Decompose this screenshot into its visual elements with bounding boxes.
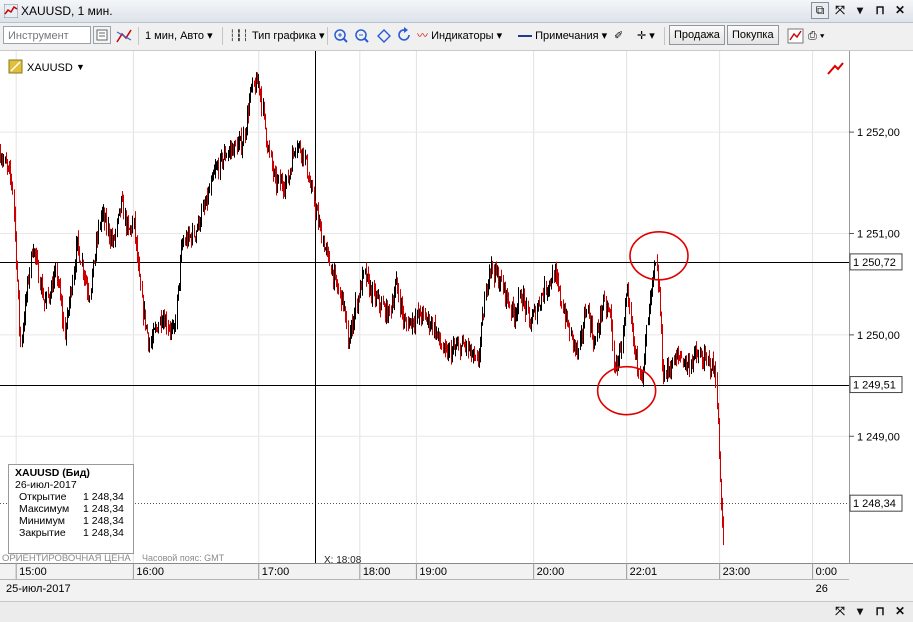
sell-button[interactable]: Продажа [669, 25, 725, 45]
time-tick-label: 19:00 [419, 566, 447, 578]
toolbar-separator [138, 27, 139, 45]
indicators-dropdown[interactable]: 〰 Индикаторы ▾ [417, 26, 502, 46]
price-tick-label: 1 252,00 [857, 127, 900, 139]
lower-pane-bar: ⤧ ▾ ⊓ ✕ [0, 601, 913, 622]
window-titlebar: XAUUSD, 1 мин. ⧉ ⤧ ▾ ⊓ ✕ [0, 0, 913, 23]
info-row-low: Минимум 1 248,34 [19, 515, 124, 527]
symbol-selector[interactable] [8, 59, 23, 74]
resize-arrows-icon[interactable]: ⤧ [831, 2, 849, 19]
horizontal-line-icon [518, 35, 532, 38]
indicators-label: Индикаторы [431, 30, 494, 42]
window-title: XAUUSD, 1 мин. [21, 4, 113, 18]
candles-icon: ┆┇┆ [229, 30, 249, 42]
fit-chart-icon[interactable] [376, 26, 392, 46]
info-row-open: Открытие 1 248,34 [19, 491, 124, 503]
zoom-out-icon[interactable] [354, 26, 370, 46]
symbol-label: XAUUSD [27, 62, 73, 74]
window-controls: ⧉ ⤧ ▾ ⊓ ✕ [811, 2, 909, 19]
time-tick-label: 23:00 [723, 566, 751, 578]
time-tick-label: 15:00 [19, 566, 47, 578]
print-dropdown[interactable]: ⎙ ▾ [808, 26, 825, 46]
crosshair-dropdown[interactable]: ✛ ▾ [637, 26, 655, 46]
cursor-x-readout: X: 18:08 [324, 555, 362, 566]
time-tick-label: 16:00 [136, 566, 164, 578]
price-tick-label: 1 251,00 [857, 228, 900, 240]
price-label: 1 248,34 [853, 498, 896, 510]
eraser-icon[interactable]: ✐ [614, 26, 623, 46]
minimize-down-icon[interactable]: ▾ [851, 603, 869, 620]
price-mode-label: ОРИЕНТИРОВОЧНАЯ ЦЕНА [2, 553, 131, 564]
time-tick-label: 20:00 [537, 566, 565, 578]
pin-icon[interactable]: ⊓ [871, 603, 889, 620]
info-box-title: XAUUSD (Бид) [15, 467, 90, 479]
chevron-down-icon: ▾ [601, 30, 608, 42]
close-icon[interactable]: ✕ [891, 2, 909, 19]
price-tick-label: 1 250,00 [857, 330, 900, 342]
buy-button[interactable]: Покупка [727, 25, 779, 45]
chart-app-icon [4, 4, 18, 18]
time-axis-date-label: 25-июл-2017 [6, 583, 71, 595]
time-tick-label: 18:00 [363, 566, 391, 578]
chart-settings-icon[interactable] [787, 26, 805, 46]
instrument-picker-button[interactable] [93, 26, 111, 44]
chevron-down-icon: ▾ [496, 30, 503, 42]
info-box-date: 26-июл-2017 [15, 479, 77, 491]
info-row-close: Закрытие 1 248,34 [19, 527, 124, 539]
info-row-high: Максимум 1 248,34 [19, 503, 124, 515]
chart-toolbar: Инструмент 1 мин, Авто ▾ ┆┇┆ Тип графика… [0, 23, 913, 51]
time-tick-label: 22:01 [630, 566, 658, 578]
notes-dropdown[interactable]: Примечания ▾ [518, 26, 607, 46]
toolbar-separator [222, 27, 223, 45]
chevron-down-icon: ▾ [649, 30, 655, 42]
minimize-down-icon[interactable]: ▾ [851, 2, 869, 19]
pin-icon[interactable]: ⊓ [871, 2, 889, 19]
instrument-input[interactable]: Инструмент [3, 26, 91, 44]
draw-line-icon[interactable] [115, 26, 133, 46]
restore-window-icon[interactable]: ⧉ [811, 2, 829, 19]
price-label: 1 249,51 [853, 380, 896, 392]
close-icon[interactable]: ✕ [891, 603, 909, 620]
timezone-label: Часовой пояс: GMT [142, 553, 225, 563]
timeframe-dropdown[interactable]: 1 мин, Авто ▾ [145, 26, 213, 46]
crosshair-icon: ✛ [637, 30, 647, 42]
time-axis-date-right-label: 26 [816, 583, 828, 595]
toolbar-separator [327, 27, 328, 45]
chart-type-dropdown[interactable]: ┆┇┆ Тип графика ▾ [229, 26, 325, 46]
resize-arrows-icon[interactable]: ⤧ [831, 603, 849, 620]
chevron-down-icon: ▾ [319, 30, 325, 42]
indicator-wave-icon: 〰 [417, 30, 428, 42]
time-tick-label: 17:00 [262, 566, 290, 578]
notes-label: Примечания [535, 30, 599, 42]
toolbar-separator [664, 27, 665, 45]
zoom-in-icon[interactable] [333, 26, 349, 46]
printer-icon: ⎙ [808, 30, 817, 42]
ohlc-info-box: XAUUSD (Бид) 26-июл-2017 Открытие 1 248,3… [8, 464, 134, 554]
price-chart[interactable]: 1 252,00 1 251,00 1 250,00 1 249,00 1 250,72… [0, 51, 913, 601]
chart-type-label: Тип графика [251, 30, 316, 42]
refresh-icon[interactable] [397, 26, 413, 46]
chart-area[interactable]: 1 252,00 1 251,00 1 250,00 1 249,00 1 250,72… [0, 51, 913, 601]
list-icon [96, 29, 108, 41]
chevron-down-icon: ▾ [819, 30, 825, 42]
timeframe-label: 1 мин, Авто [145, 30, 205, 42]
chevron-down-icon: ▼ [76, 62, 85, 72]
time-tick-label: 0:00 [816, 566, 837, 578]
chevron-down-icon: ▾ [207, 30, 213, 42]
lower-pane-controls: ⤧ ▾ ⊓ ✕ [831, 603, 909, 620]
price-label: 1 250,72 [853, 257, 896, 269]
price-tick-label: 1 249,00 [857, 431, 900, 443]
